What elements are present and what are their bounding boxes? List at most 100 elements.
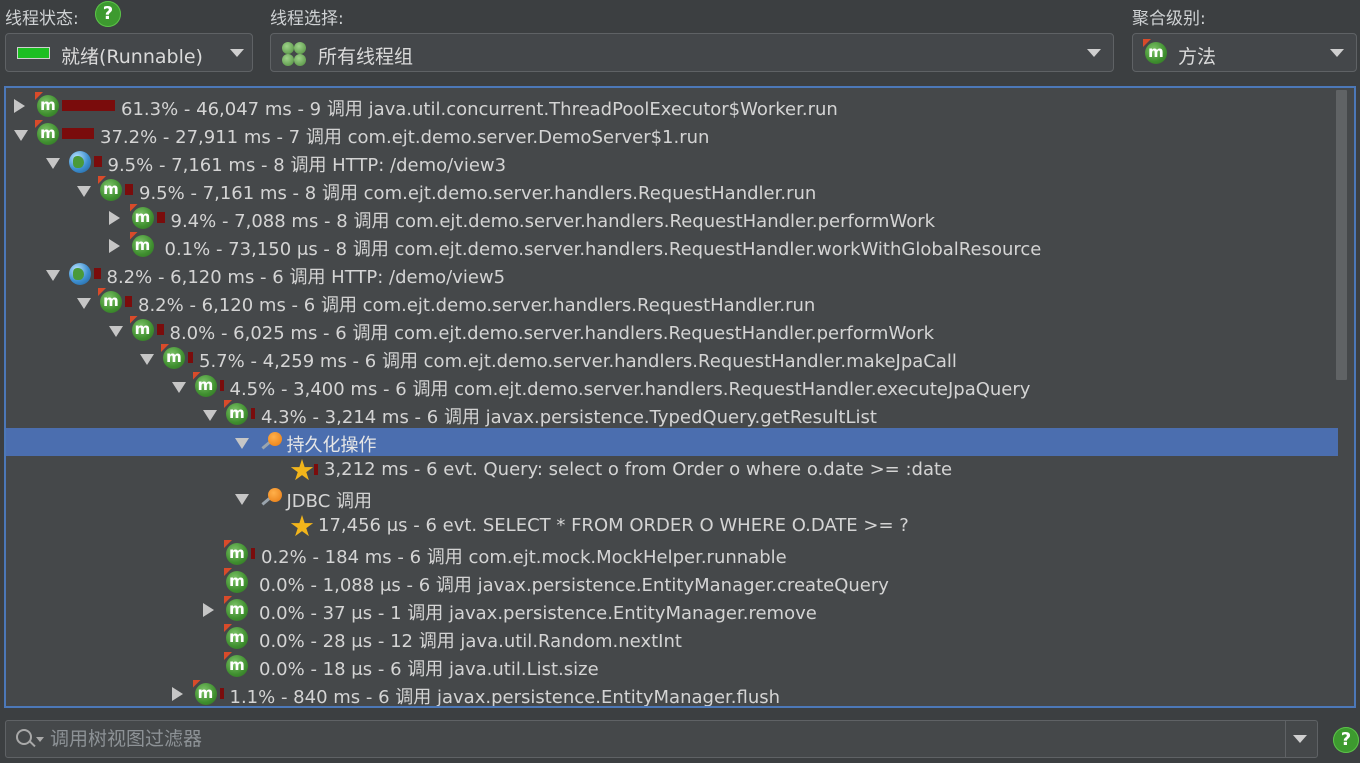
collapse-arrow-icon[interactable]: [108, 211, 120, 225]
tree-row[interactable]: m 8.2% - 6,120 ms - 6 调用 com.ejt.demo.ser…: [6, 288, 1338, 316]
tree-row[interactable]: m 9.5% - 7,161 ms - 8 调用 com.ejt.demo.ser…: [6, 176, 1338, 204]
method-icon: m: [37, 123, 59, 145]
time-bar: [219, 688, 224, 699]
time-bar: [314, 464, 318, 475]
probe-pin-icon: [258, 487, 284, 509]
tree-row-label: 0.2% - 184 ms - 6 调用 com.ejt.mock.MockHe…: [261, 547, 787, 568]
vertical-scrollbar[interactable]: [1336, 88, 1352, 706]
search-icon[interactable]: [16, 729, 32, 745]
expand-arrow-icon[interactable]: [203, 410, 217, 421]
chevron-down-icon: [1293, 735, 1307, 743]
tree-row[interactable]: m 37.2% - 27,911 ms - 7 调用 com.ejt.demo.s…: [6, 120, 1338, 148]
thread-select-dropdown[interactable]: 所有线程组: [270, 33, 1114, 72]
collapse-arrow-icon[interactable]: [14, 99, 25, 113]
time-bar: [219, 380, 224, 391]
globe-icon: [68, 151, 91, 173]
collapse-arrow-icon[interactable]: [203, 603, 214, 617]
aggregation-label: 聚合级别:: [1132, 9, 1206, 29]
tree-row[interactable]: JDBC 调用: [6, 484, 1338, 512]
tree-row-label: 8.2% - 6,120 ms - 6 调用 HTTP: /demo/view5: [106, 267, 506, 288]
tree-row[interactable]: m 9.4% - 7,088 ms - 8 调用 com.ejt.demo.ser…: [6, 204, 1338, 232]
thread-select-value: 所有线程组: [318, 46, 414, 68]
thread-state-dropdown[interactable]: 就绪(Runnable): [5, 33, 253, 72]
chevron-down-icon: [230, 49, 244, 57]
tree-row[interactable]: m 0.1% - 73,150 μs - 8 调用 com.ejt.demo.se…: [6, 232, 1338, 260]
scrollbar-thumb[interactable]: [1336, 90, 1347, 380]
method-icon: m: [194, 683, 217, 705]
expand-arrow-icon[interactable]: [140, 354, 154, 365]
filter-help-icon[interactable]: ?: [1333, 727, 1359, 753]
tree-row-label: 9.5% - 7,161 ms - 8 调用 HTTP: /demo/view3: [107, 155, 507, 176]
tree-row[interactable]: ★ 3,212 ms - 6 evt. Query: select o from …: [6, 453, 1338, 487]
expand-arrow-icon[interactable]: [234, 438, 249, 449]
time-bar: [125, 184, 133, 195]
tree-row[interactable]: m 0.0% - 1,088 μs - 6 调用 javax.persistenc…: [6, 568, 1338, 596]
tree-row[interactable]: m 8.0% - 6,025 ms - 6 调用 com.ejt.demo.ser…: [6, 316, 1338, 344]
time-bar: [188, 352, 193, 363]
expand-arrow-icon[interactable]: [77, 298, 91, 309]
tree-row[interactable]: m 4.5% - 3,400 ms - 6 调用 com.ejt.demo.ser…: [6, 372, 1338, 400]
tree-row-label: 9.4% - 7,088 ms - 8 调用 com.ejt.demo.serv…: [170, 211, 936, 232]
call-tree[interactable]: m 61.3% - 46,047 ms - 9 调用 java.util.conc…: [4, 86, 1356, 708]
method-icon: m: [226, 543, 248, 565]
tree-row[interactable]: 持久化操作: [6, 428, 1338, 456]
tree-row-label: 0.1% - 73,150 μs - 8 调用 com.ejt.demo.ser…: [164, 239, 1042, 260]
tree-row[interactable]: m 5.7% - 4,259 ms - 6 调用 com.ejt.demo.ser…: [6, 344, 1338, 372]
method-icon: m: [37, 95, 59, 117]
collapse-arrow-icon[interactable]: [108, 239, 120, 253]
tree-row[interactable]: 9.5% - 7,161 ms - 8 调用 HTTP: /demo/view3: [6, 148, 1338, 176]
method-icon: m: [100, 291, 122, 313]
thread-group-icon: [282, 42, 308, 66]
tree-row[interactable]: m 0.0% - 37 μs - 1 调用 javax.persistence.E…: [6, 596, 1338, 624]
tree-row[interactable]: m 4.3% - 3,214 ms - 6 调用 javax.persistenc…: [6, 400, 1338, 428]
tree-row-label: 0.0% - 1,088 μs - 6 调用 javax.persistence…: [259, 575, 889, 596]
filter-history-dropdown[interactable]: [1283, 721, 1319, 757]
chevron-down-icon: [1330, 49, 1344, 57]
tree-row[interactable]: m 0.2% - 184 ms - 6 调用 com.ejt.mock.MockH…: [6, 540, 1338, 568]
thread-select-label: 线程选择:: [270, 9, 344, 29]
tree-row-label: 3,212 ms - 6 evt. Query: select o from O…: [324, 459, 953, 480]
expand-arrow-icon[interactable]: [14, 130, 28, 141]
tree-row-label: 61.3% - 46,047 ms - 9 调用 java.util.concu…: [121, 99, 838, 120]
time-bar: [156, 324, 164, 335]
probe-pin-icon: [258, 431, 284, 453]
expand-arrow-icon[interactable]: [108, 326, 123, 337]
tree-row[interactable]: 8.2% - 6,120 ms - 6 调用 HTTP: /demo/view5: [6, 260, 1338, 288]
method-icon: m: [226, 655, 248, 677]
chevron-down-icon: [1087, 49, 1101, 57]
expand-arrow-icon[interactable]: [45, 158, 60, 169]
tree-row-label: 37.2% - 27,911 ms - 7 调用 com.ejt.demo.se…: [100, 127, 710, 148]
time-bar: [62, 128, 94, 139]
tree-row-label: 0.0% - 28 μs - 12 调用 java.util.Random.ne…: [259, 631, 682, 652]
tree-row[interactable]: m 1.1% - 840 ms - 6 调用 javax.persistence.…: [6, 680, 1338, 708]
call-tree-view: 线程状态: ? 就绪(Runnable) 线程选择: 所有线程组 聚合级别: m…: [0, 0, 1360, 763]
call-tree-filter: [5, 720, 1318, 758]
time-bar: [251, 548, 255, 559]
thread-state-help-icon[interactable]: ?: [95, 1, 121, 27]
star-icon: ★: [289, 453, 315, 487]
tree-row[interactable]: ★ 17,456 μs - 6 evt. SELECT * FROM ORDER …: [6, 509, 1338, 543]
aggregation-dropdown[interactable]: m 方法: [1132, 33, 1357, 72]
tree-row-label: 5.7% - 4,259 ms - 6 调用 com.ejt.demo.serv…: [199, 351, 957, 372]
expand-arrow-icon[interactable]: [234, 494, 249, 505]
aggregation-value: 方法: [1178, 46, 1217, 68]
collapse-arrow-icon[interactable]: [171, 687, 183, 701]
tree-row-label: 17,456 μs - 6 evt. SELECT * FROM ORDER O…: [318, 515, 909, 536]
expand-arrow-icon[interactable]: [77, 186, 91, 197]
tree-row[interactable]: m 0.0% - 28 μs - 12 调用 java.util.Random.n…: [6, 624, 1338, 652]
tree-row[interactable]: m 61.3% - 46,047 ms - 9 调用 java.util.conc…: [6, 92, 1338, 120]
tree-row-label: 0.0% - 18 μs - 6 调用 java.util.List.size: [259, 659, 599, 680]
tree-row-label: 1.1% - 840 ms - 6 调用 javax.persistence.E…: [229, 687, 781, 708]
method-icon: m: [226, 403, 248, 425]
expand-arrow-icon[interactable]: [45, 270, 60, 281]
tree-row-label: 0.0% - 37 μs - 1 调用 javax.persistence.En…: [259, 603, 817, 624]
star-icon: ★: [289, 509, 315, 543]
tree-row[interactable]: m 0.0% - 18 μs - 6 调用 java.util.List.size: [6, 652, 1338, 680]
tree-row-label: 8.0% - 6,025 ms - 6 调用 com.ejt.demo.serv…: [169, 323, 935, 344]
expand-arrow-icon[interactable]: [171, 382, 186, 393]
filter-input[interactable]: [50, 725, 1270, 753]
method-icon: m: [1145, 42, 1167, 64]
tree-row-label: 4.3% - 3,214 ms - 6 调用 javax.persistence…: [261, 407, 877, 428]
search-options-caret-icon[interactable]: [36, 737, 44, 742]
runnable-state-swatch: [17, 47, 50, 59]
